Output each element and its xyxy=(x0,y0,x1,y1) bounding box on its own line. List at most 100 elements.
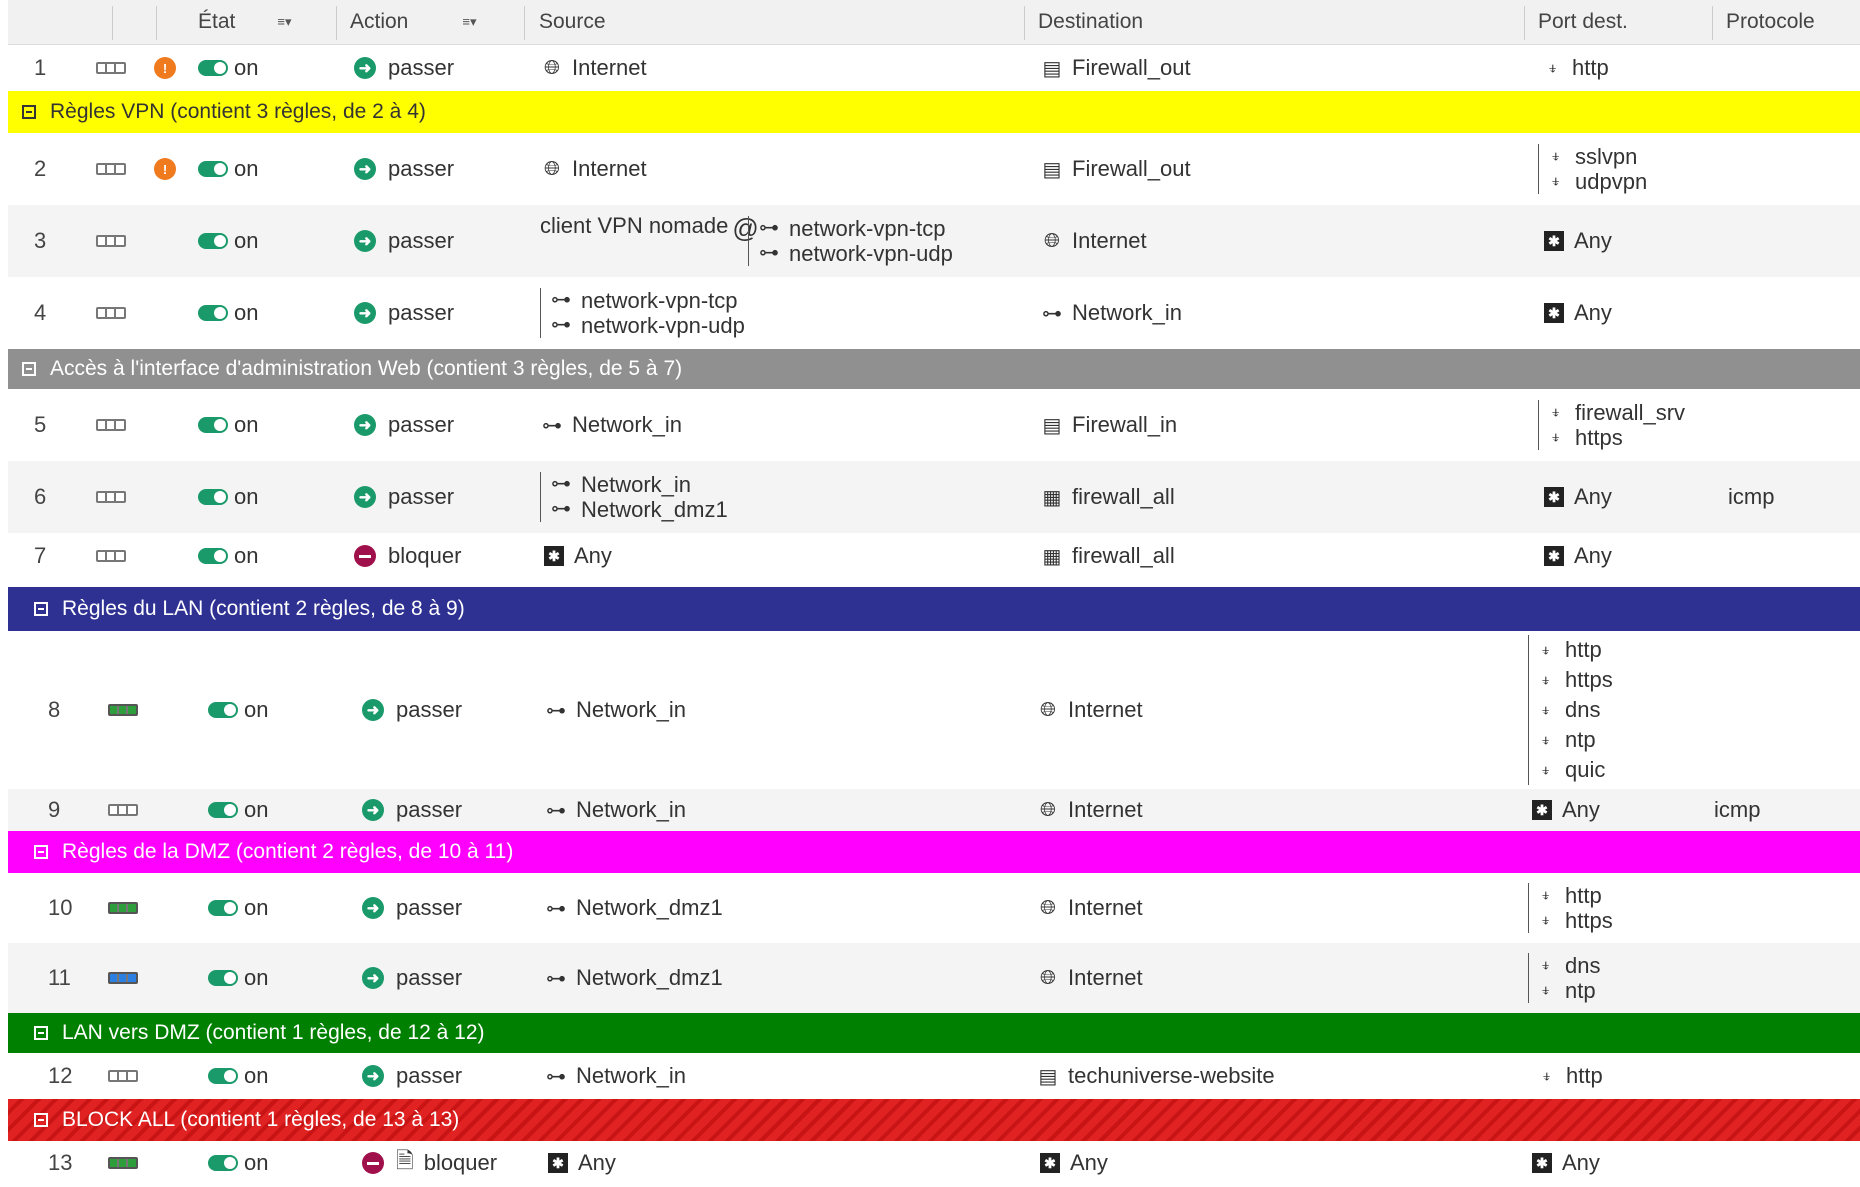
toggle-on-icon[interactable] xyxy=(198,548,228,564)
table-row[interactable]: 2 ! on ➜ passer 🌐︎ Internet ▤ Firewall_out … xyxy=(8,133,1860,205)
destination-object[interactable]: Any xyxy=(1070,1150,1108,1176)
source-object[interactable]: Network_dmz1 xyxy=(576,895,723,921)
port-object[interactable]: udpvpn xyxy=(1575,169,1647,194)
table-row[interactable]: 8 on ➜ passer ⊶ Network_in 🌐︎ Internet ⍖ htt… xyxy=(8,631,1860,789)
source-user[interactable]: client VPN nomade xyxy=(540,213,728,239)
rule-state-icon[interactable] xyxy=(108,1070,138,1082)
source-object[interactable]: Network_in xyxy=(576,1063,686,1089)
source-object[interactable]: network-vpn-udp xyxy=(789,241,953,266)
section-vpn[interactable]: Règles VPN (contient 3 règles, de 2 à 4) xyxy=(8,91,1860,133)
port-object[interactable]: dns xyxy=(1565,953,1600,978)
collapse-icon[interactable] xyxy=(34,602,48,616)
toggle-on-icon[interactable] xyxy=(208,970,238,986)
source-object[interactable]: Network_in xyxy=(576,697,686,723)
port-object[interactable]: https xyxy=(1565,908,1613,933)
sort-icon[interactable]: ≡▾ xyxy=(462,14,476,30)
table-row[interactable]: 3 on ➜ passer client VPN nomade @ ⊶ network… xyxy=(8,205,1860,277)
rule-state-icon[interactable] xyxy=(108,704,138,716)
rule-state-icon[interactable] xyxy=(96,163,126,175)
port-object[interactable]: dns xyxy=(1565,695,1600,725)
toggle-on-icon[interactable] xyxy=(208,1155,238,1171)
port-object[interactable]: http xyxy=(1565,635,1602,665)
toggle-on-icon[interactable] xyxy=(198,417,228,433)
sort-icon[interactable]: ≡▾ xyxy=(277,14,291,30)
rule-state-icon[interactable] xyxy=(96,491,126,503)
destination-object[interactable]: Internet xyxy=(1068,697,1143,723)
source-object[interactable]: Network_in xyxy=(572,412,682,438)
destination-object[interactable]: Internet xyxy=(1068,895,1143,921)
destination-object[interactable]: techuniverse-website xyxy=(1068,1063,1275,1089)
port-object[interactable]: sslvpn xyxy=(1575,144,1637,169)
rule-state-icon[interactable] xyxy=(96,62,126,74)
rule-state-icon[interactable] xyxy=(96,550,126,562)
source-object[interactable]: Internet xyxy=(572,55,647,81)
rule-state-icon[interactable] xyxy=(108,804,138,816)
destination-object[interactable]: Internet xyxy=(1068,797,1143,823)
port-object[interactable]: Any xyxy=(1562,1150,1600,1176)
column-header-port[interactable]: Port dest. xyxy=(1538,0,1628,44)
column-header-destination[interactable]: Destination xyxy=(1038,0,1143,44)
rule-state-icon[interactable] xyxy=(96,307,126,319)
table-row[interactable]: 12 on ➜ passer ⊶ Network_in ▤ techuniverse-… xyxy=(8,1053,1860,1099)
destination-object[interactable]: firewall_all xyxy=(1072,543,1175,569)
port-object[interactable]: Any xyxy=(1574,484,1612,510)
toggle-on-icon[interactable] xyxy=(198,161,228,177)
table-row[interactable]: 5 on ➜ passer ⊶ Network_in ▤ Firewall_in ⍖ f… xyxy=(8,389,1860,461)
section-dmz[interactable]: Règles de la DMZ (contient 2 règles, de … xyxy=(8,831,1860,873)
source-object[interactable]: Network_in xyxy=(581,472,691,497)
port-object[interactable]: Any xyxy=(1574,300,1612,326)
toggle-on-icon[interactable] xyxy=(208,900,238,916)
port-object[interactable]: https xyxy=(1565,665,1613,695)
destination-object[interactable]: Firewall_in xyxy=(1072,412,1177,438)
table-row[interactable]: 1 ! on ➜ passer 🌐︎ Internet ▤ Firewall_out … xyxy=(8,45,1860,91)
port-object[interactable]: Any xyxy=(1574,228,1612,254)
column-header-source[interactable]: Source xyxy=(539,0,606,44)
column-header-action[interactable]: Action ≡▾ xyxy=(350,0,477,44)
port-object[interactable]: ntp xyxy=(1565,978,1596,1003)
collapse-icon[interactable] xyxy=(22,362,36,376)
table-row[interactable]: 11 on ➜ passer ⊶ Network_dmz1 🌐︎ Internet ⍖… xyxy=(8,943,1860,1013)
toggle-on-icon[interactable] xyxy=(198,489,228,505)
toggle-on-icon[interactable] xyxy=(198,233,228,249)
source-object[interactable]: Any xyxy=(578,1150,616,1176)
section-lan[interactable]: Règles du LAN (contient 2 règles, de 8 à… xyxy=(8,587,1860,631)
section-admin[interactable]: Accès à l'interface d'administration Web… xyxy=(8,349,1860,389)
source-object[interactable]: network-vpn-tcp xyxy=(581,288,738,313)
column-header-etat[interactable]: État ≡▾ xyxy=(198,0,291,44)
toggle-on-icon[interactable] xyxy=(198,305,228,321)
port-object[interactable]: https xyxy=(1575,425,1623,450)
table-row[interactable]: 6 on ➜ passer ⊶ Network_in ⊶ Network_dmz1 ▦… xyxy=(8,461,1860,533)
port-object[interactable]: http xyxy=(1565,883,1602,908)
source-object[interactable]: Any xyxy=(574,543,612,569)
source-object[interactable]: network-vpn-tcp xyxy=(789,216,946,241)
toggle-on-icon[interactable] xyxy=(208,1068,238,1084)
table-row[interactable]: 10 on ➜ passer ⊶ Network_dmz1 🌐︎ Internet ⍖… xyxy=(8,873,1860,943)
source-object[interactable]: network-vpn-udp xyxy=(581,313,745,338)
source-object[interactable]: Network_in xyxy=(576,797,686,823)
table-row[interactable]: 9 on ➜ passer ⊶ Network_in 🌐︎ Internet ✱ Any… xyxy=(8,789,1860,831)
port-object[interactable]: http xyxy=(1566,1063,1603,1089)
section-block-all[interactable]: BLOCK ALL (contient 1 règles, de 13 à 13… xyxy=(8,1099,1860,1141)
rule-state-icon[interactable] xyxy=(108,1157,138,1169)
port-object[interactable]: Any xyxy=(1574,543,1612,569)
destination-object[interactable]: Network_in xyxy=(1072,300,1182,326)
port-object[interactable]: http xyxy=(1572,55,1609,81)
collapse-icon[interactable] xyxy=(22,105,36,119)
column-header-protocole[interactable]: Protocole xyxy=(1726,0,1815,44)
port-object[interactable]: quic xyxy=(1565,755,1605,785)
rule-state-icon[interactable] xyxy=(108,902,138,914)
destination-object[interactable]: Firewall_out xyxy=(1072,55,1191,81)
rule-state-icon[interactable] xyxy=(96,235,126,247)
table-row[interactable]: 4 on ➜ passer ⊶ network-vpn-tcp ⊶ network-v… xyxy=(8,277,1860,349)
section-lan-to-dmz[interactable]: LAN vers DMZ (contient 1 règles, de 12 à… xyxy=(8,1013,1860,1053)
port-object[interactable]: ntp xyxy=(1565,725,1596,755)
destination-object[interactable]: Firewall_out xyxy=(1072,156,1191,182)
table-row[interactable]: 7 on bloquer ✱ Any ▦ firewall_all ✱ Any xyxy=(8,533,1860,579)
rule-state-icon[interactable] xyxy=(108,972,138,984)
destination-object[interactable]: firewall_all xyxy=(1072,484,1175,510)
destination-object[interactable]: Internet xyxy=(1068,965,1143,991)
source-object[interactable]: Network_dmz1 xyxy=(576,965,723,991)
toggle-on-icon[interactable] xyxy=(208,702,238,718)
source-object[interactable]: Internet xyxy=(572,156,647,182)
port-object[interactable]: firewall_srv xyxy=(1575,400,1685,425)
